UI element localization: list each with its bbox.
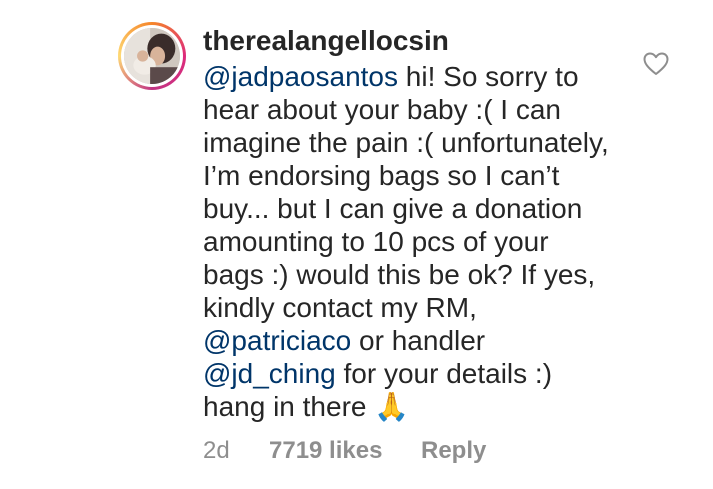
comment-body: therealangellocsin @jadpaosantos hi! So …	[203, 22, 633, 423]
avatar-photo	[124, 28, 180, 84]
avatar-border	[121, 25, 183, 87]
mention-link[interactable]: @jd_ching	[203, 358, 336, 389]
avatar[interactable]	[118, 22, 186, 90]
comment-username[interactable]: therealangellocsin	[203, 22, 633, 60]
comment-text-part: hi! So sorry to hear about your baby :( …	[203, 61, 609, 323]
comment-text-part: or handler	[359, 325, 486, 356]
comment-meta: 2d 7719 likes Reply	[203, 436, 486, 466]
comment-age: 2d	[203, 437, 230, 464]
comment: therealangellocsin @jadpaosantos hi! So …	[0, 0, 713, 489]
like-count[interactable]: 7719 likes	[269, 436, 421, 466]
heart-outline-icon[interactable]	[643, 52, 669, 76]
mention-link[interactable]: @jadpaosantos	[203, 61, 398, 92]
reply-button[interactable]: Reply	[421, 436, 486, 466]
mention-link[interactable]: @patriciaco	[203, 325, 351, 356]
avatar-image	[124, 28, 180, 84]
comment-text: @jadpaosantos hi! So sorry to hear about…	[203, 60, 633, 423]
